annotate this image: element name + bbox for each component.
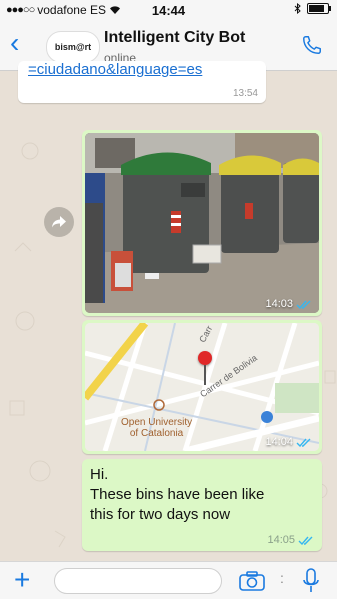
outgoing-text-message[interactable]: Hi. These bins have been like this for t… — [82, 459, 322, 551]
incoming-message[interactable]: =ciudadano&language=es 13:54 — [18, 61, 266, 103]
input-bar: + : — [0, 561, 337, 599]
phone-call-icon[interactable] — [301, 34, 323, 56]
message-text: Hi. These bins have been like this for t… — [90, 465, 310, 525]
status-right — [294, 3, 331, 14]
whatsapp-chat-screen: ●●●○○ vodafone ES 14:44 ‹ bism@rt Intell… — [0, 0, 337, 599]
text-timestamp: 14:05 — [267, 534, 295, 546]
avatar-logo: bism@rt — [54, 42, 92, 52]
message-link[interactable]: =ciudadano&language=es — [28, 61, 202, 78]
map-pin-stem — [204, 365, 206, 385]
status-bar: ●●●○○ vodafone ES 14:44 — [0, 0, 337, 20]
text-meta: 14:05 — [267, 534, 314, 546]
photo-meta: 14:03 — [265, 298, 312, 310]
message-list[interactable]: =ciudadano&language=es 13:54 14:03 Carr … — [0, 61, 337, 561]
attach-plus-icon[interactable]: + — [14, 566, 30, 594]
message-line-2: These bins have been like — [90, 486, 265, 503]
poi-label: Open University of Catalonia — [121, 417, 192, 439]
outgoing-photo-message[interactable]: 14:03 — [82, 130, 322, 316]
photo-timestamp: 14:03 — [265, 298, 293, 310]
separator-dots: : — [280, 570, 284, 586]
bluetooth-icon — [294, 3, 301, 14]
poi-name-line2: of Catalonia — [129, 428, 184, 439]
avatar[interactable]: bism@rt — [46, 31, 100, 63]
read-ticks-icon — [296, 300, 311, 309]
clock: 14:44 — [151, 3, 186, 18]
back-chevron-icon[interactable]: ‹ — [10, 29, 30, 57]
battery-icon — [307, 3, 331, 14]
camera-icon[interactable] — [238, 570, 266, 592]
location-map-preview[interactable]: Carr Carrer de Bolivia Open University o… — [85, 323, 319, 451]
forward-arrow-icon — [52, 216, 66, 228]
message-input[interactable] — [54, 568, 222, 594]
location-meta: 14:04 — [265, 436, 312, 448]
read-ticks-icon — [298, 536, 313, 545]
message-line-1: Hi. — [90, 466, 109, 483]
forward-share-button[interactable] — [44, 207, 74, 237]
message-timestamp: 13:54 — [232, 88, 258, 99]
message-line-3: this for two days now — [90, 506, 231, 523]
read-ticks-icon — [296, 438, 311, 447]
contact-name[interactable]: Intelligent City Bot — [104, 29, 245, 47]
photo-of-overflowing-bins[interactable] — [85, 133, 319, 313]
location-timestamp: 14:04 — [265, 436, 293, 448]
microphone-icon[interactable] — [302, 568, 320, 594]
map-pin-icon — [198, 351, 212, 365]
outgoing-location-message[interactable]: Carr Carrer de Bolivia Open University o… — [82, 320, 322, 454]
poi-name-line1: Open University — [121, 417, 193, 428]
